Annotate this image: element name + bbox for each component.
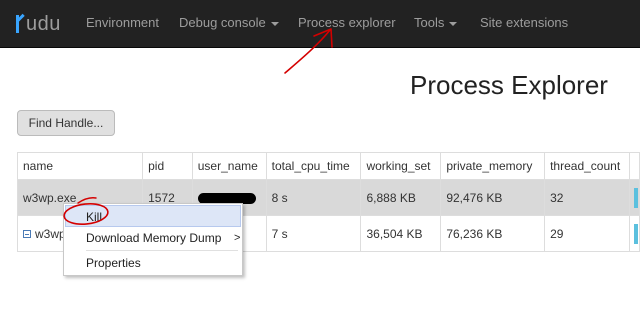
brand-text: udu	[26, 12, 61, 35]
context-menu: Kill Download Memory Dump > Properties	[63, 203, 243, 276]
nav-debug-console[interactable]: Debug console	[179, 15, 279, 30]
column-header-name[interactable]: name	[16, 152, 144, 180]
cell-overflow	[628, 215, 640, 252]
nav-process-explorer[interactable]: Process explorer	[298, 15, 396, 30]
cell-private-memory: 76,236 KB	[440, 215, 546, 252]
cell-working-set: 6,888 KB	[360, 179, 442, 216]
nav-tools[interactable]: Tools	[414, 15, 458, 30]
column-header-pid[interactable]: pid	[142, 152, 193, 180]
cell-working-set: 36,504 KB	[360, 215, 442, 252]
collapse-icon[interactable]	[23, 230, 31, 239]
caret-down-icon	[449, 21, 458, 26]
cell-thread-count: 32	[544, 179, 630, 216]
nav-environment[interactable]: Environment	[86, 15, 159, 30]
cell-total-cpu-time: 8 s	[265, 179, 362, 216]
column-header-thread-count[interactable]: thread_count	[544, 152, 630, 180]
menu-item-properties[interactable]: Properties	[64, 252, 242, 274]
action-button-edge[interactable]	[633, 187, 638, 208]
page-title: Process Explorer	[410, 70, 608, 100]
column-header-working-set[interactable]: working_set	[360, 152, 442, 180]
column-header-total-cpu-time[interactable]: total_cpu_time	[265, 152, 362, 180]
kudu-logo-icon	[14, 13, 26, 35]
menu-separator	[86, 250, 238, 251]
column-header-user-name[interactable]: user_name	[191, 152, 267, 180]
caret-down-icon	[270, 21, 279, 26]
top-navbar: udu Environment Debug console Process ex…	[0, 0, 640, 48]
cell-thread-count: 29	[544, 215, 630, 252]
column-header-private-memory[interactable]: private_memory	[440, 152, 546, 180]
brand-logo[interactable]: udu	[14, 12, 61, 36]
nav-site-extensions[interactable]: Site extensions	[480, 15, 568, 30]
cell-total-cpu-time: 7 s	[265, 215, 362, 252]
find-handle-button[interactable]: Find Handle...	[17, 110, 115, 136]
action-button-edge[interactable]	[633, 223, 638, 244]
table-header-row: name pid user_name total_cpu_time workin…	[16, 152, 640, 180]
column-header-overflow	[628, 152, 640, 180]
cell-private-memory: 92,476 KB	[440, 179, 546, 216]
cell-overflow	[628, 179, 640, 216]
menu-item-kill[interactable]: Kill	[65, 205, 241, 227]
submenu-arrow-icon: >	[234, 232, 241, 244]
menu-item-download-memory-dump[interactable]: Download Memory Dump >	[64, 227, 242, 249]
